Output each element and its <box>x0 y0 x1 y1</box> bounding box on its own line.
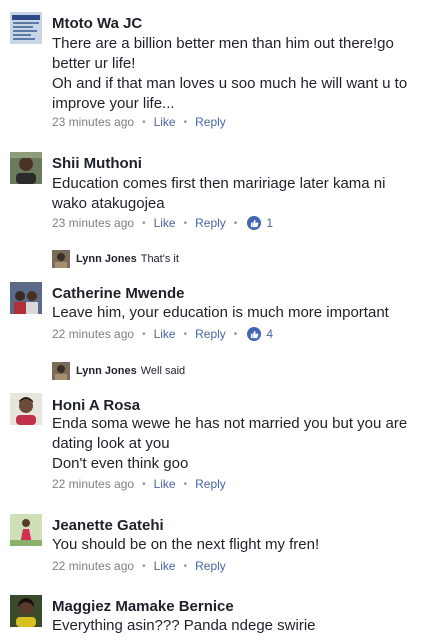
reply-button[interactable]: Reply <box>195 115 226 129</box>
separator: • <box>142 560 146 572</box>
separator: • <box>142 478 146 490</box>
comment-meta: 23 minutes ago • Like • Reply <box>52 115 226 129</box>
separator: • <box>233 217 238 229</box>
reply-text: That's it <box>140 253 179 265</box>
timestamp: 23 minutes ago <box>52 115 135 129</box>
reply-author[interactable]: Lynn Jones <box>76 365 137 377</box>
reaction-number: 4 <box>266 327 273 341</box>
comment-meta: 22 minutes ago • Like • Reply <box>52 477 226 491</box>
like-button[interactable]: Like <box>154 216 176 230</box>
timestamp: 22 minutes ago <box>52 477 135 491</box>
separator: • <box>183 560 188 572</box>
separator: • <box>142 217 146 229</box>
comment-text: Leave him, your education is much more i… <box>52 303 422 323</box>
comment-line: Leave him, your education is much more i… <box>52 304 389 321</box>
like-button[interactable]: Like <box>154 115 176 129</box>
reply-preview[interactable]: Lynn Jones That's it <box>52 250 179 268</box>
comment-text: You should be on the next flight my fren… <box>52 535 422 555</box>
separator: • <box>142 116 146 128</box>
avatar[interactable] <box>10 152 42 184</box>
separator: • <box>233 328 238 340</box>
reaction-count[interactable]: 4 <box>247 327 273 341</box>
comment-author[interactable]: Jeanette Gatehi <box>52 517 164 534</box>
comment-text: Education comes first then maririage lat… <box>52 174 422 214</box>
like-button[interactable]: Like <box>154 477 176 491</box>
comment-author[interactable]: Catherine Mwende <box>52 285 185 302</box>
comment-line: There are a billion better men than him … <box>52 35 394 52</box>
like-button[interactable]: Like <box>154 327 176 341</box>
avatar[interactable] <box>10 393 42 425</box>
separator: • <box>183 478 188 490</box>
avatar[interactable] <box>10 514 42 546</box>
separator: • <box>183 328 188 340</box>
comment-text: There are a billion better men than him … <box>52 34 422 114</box>
avatar[interactable] <box>10 282 42 314</box>
comment-line: Education comes first then maririage lat… <box>52 175 386 192</box>
timestamp: 22 minutes ago <box>52 559 135 573</box>
reply-author[interactable]: Lynn Jones <box>76 253 137 265</box>
separator: • <box>183 217 188 229</box>
comment-meta: 23 minutes ago • Like • Reply • 1 <box>52 216 273 230</box>
comment-meta: 22 minutes ago • Like • Reply • 4 <box>52 327 273 341</box>
comment-line: Enda soma wewe he has not married you bu… <box>52 415 408 432</box>
reply-preview[interactable]: Lynn Jones Well said <box>52 362 185 380</box>
like-button[interactable]: Like <box>154 559 176 573</box>
timestamp: 23 minutes ago <box>52 216 135 230</box>
reaction-number: 1 <box>266 216 273 230</box>
comment-text: Everything asin??? Panda ndege swirie <box>52 616 422 636</box>
comment-author[interactable]: Shii Muthoni <box>52 155 142 172</box>
comment-line: dating look at you <box>52 435 170 452</box>
reply-button[interactable]: Reply <box>195 327 226 341</box>
avatar <box>52 250 70 268</box>
avatar <box>52 362 70 380</box>
separator: • <box>142 328 146 340</box>
reply-text: Well said <box>140 365 186 377</box>
thumbs-up-icon <box>247 327 262 341</box>
reaction-count[interactable]: 1 <box>247 216 273 230</box>
comment-line: Everything asin??? Panda ndege swirie <box>52 617 316 634</box>
comment-author[interactable]: Maggiez Mamake Bernice <box>52 598 234 615</box>
reply-button[interactable]: Reply <box>195 216 226 230</box>
comment-text: Enda soma wewe he has not married you bu… <box>52 414 422 474</box>
comment-line: Oh and if that man loves u soo much he w… <box>52 75 408 92</box>
comment-author[interactable]: Honi A Rosa <box>52 397 140 414</box>
reply-button[interactable]: Reply <box>195 477 226 491</box>
comment-line: You should be on the next flight my fren… <box>52 536 320 553</box>
separator: • <box>183 116 188 128</box>
avatar[interactable] <box>10 12 42 44</box>
comment-line: wako atakugojea <box>52 195 165 212</box>
comment-line: Don't even think goo <box>52 455 189 472</box>
avatar[interactable] <box>10 595 42 627</box>
thumbs-up-icon <box>247 216 262 230</box>
comment-meta: 22 minutes ago • Like • Reply <box>52 559 226 573</box>
comment-line: improve your life... <box>52 95 175 112</box>
comment-line: better ur life! <box>52 55 136 72</box>
comment-author[interactable]: Mtoto Wa JC <box>52 15 142 32</box>
reply-button[interactable]: Reply <box>195 559 226 573</box>
timestamp: 22 minutes ago <box>52 327 135 341</box>
